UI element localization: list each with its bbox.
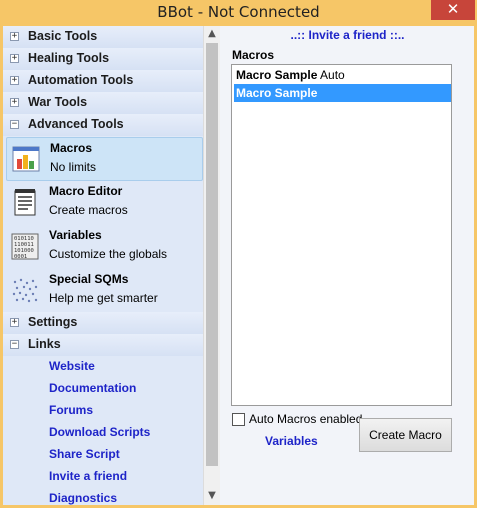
tools-tree: + Basic Tools + Healing Tools + Automati… <box>3 26 203 505</box>
macros-chart-icon <box>12 146 40 172</box>
macros-panel: ..:: Invite a friend ::.. Macros Macro S… <box>221 26 474 505</box>
category-label: Links <box>28 337 61 351</box>
tool-name: Macros <box>50 141 93 155</box>
tool-macro-editor[interactable]: Macro Editor Create macros <box>6 181 203 225</box>
create-macro-button[interactable]: Create Macro <box>359 418 452 452</box>
auto-macros-label[interactable]: Auto Macros enabled <box>249 412 362 426</box>
link-diagnostics[interactable]: Diagnostics <box>49 491 117 505</box>
close-icon: ✕ <box>446 0 460 18</box>
tool-description: No limits <box>50 160 97 174</box>
category-links[interactable]: − Links <box>3 334 203 356</box>
link-documentation[interactable]: Documentation <box>49 381 136 395</box>
category-war-tools[interactable]: + War Tools <box>3 92 203 114</box>
macros-label: Macros <box>232 48 275 62</box>
tool-name: Variables <box>49 228 102 242</box>
link-download-scripts[interactable]: Download Scripts <box>49 425 150 439</box>
tool-macros[interactable]: Macros No limits <box>6 137 203 181</box>
tools-panel: + Basic Tools + Healing Tools + Automati… <box>3 26 220 505</box>
tool-special-sqms[interactable]: Special SQMs Help me get smarter <box>6 269 203 313</box>
category-healing-tools[interactable]: + Healing Tools <box>3 48 203 70</box>
close-button[interactable]: ✕ <box>431 0 475 20</box>
macro-list-item[interactable]: Macro Sample Auto <box>234 66 451 84</box>
tool-description: Customize the globals <box>49 247 168 261</box>
auto-macros-checkbox[interactable] <box>232 413 245 426</box>
category-automation-tools[interactable]: + Automation Tools <box>3 70 203 92</box>
svg-text:0001: 0001 <box>14 254 27 260</box>
scroll-up-icon[interactable]: ▲ <box>204 26 220 42</box>
macro-name: Macro Sample <box>236 68 318 82</box>
expand-icon[interactable]: + <box>10 98 19 107</box>
expand-icon[interactable]: + <box>10 32 19 41</box>
invite-friend-link[interactable]: ..:: Invite a friend ::.. <box>221 28 474 42</box>
tool-name: Special SQMs <box>49 272 129 286</box>
expand-icon[interactable]: + <box>10 318 19 327</box>
link-website[interactable]: Website <box>49 359 95 373</box>
category-label: Basic Tools <box>28 29 98 43</box>
tool-description: Create macros <box>49 203 128 217</box>
category-advanced-tools[interactable]: − Advanced Tools <box>3 114 203 136</box>
collapse-icon[interactable]: − <box>10 340 19 349</box>
category-settings[interactable]: + Settings <box>3 312 203 334</box>
client-area: + Basic Tools + Healing Tools + Automati… <box>3 26 474 505</box>
macro-name: Macro Sample <box>236 86 318 100</box>
category-label: Advanced Tools <box>28 117 124 131</box>
macros-listbox[interactable]: Macro Sample Auto Macro Sample <box>231 64 452 406</box>
expand-icon[interactable]: + <box>10 54 19 63</box>
expand-icon[interactable]: + <box>10 76 19 85</box>
variables-link[interactable]: Variables <box>265 434 318 448</box>
macro-suffix: Auto <box>317 68 345 82</box>
category-label: Healing Tools <box>28 51 110 65</box>
title-bar[interactable]: BBot - Not Connected ✕ <box>0 0 477 26</box>
notepad-icon <box>14 189 36 216</box>
link-share-script[interactable]: Share Script <box>49 447 120 461</box>
category-label: Settings <box>28 315 78 329</box>
link-invite-a-friend[interactable]: Invite a friend <box>49 469 127 483</box>
tool-variables[interactable]: 010110 110011 101000 0001 Variables Cust… <box>6 225 203 269</box>
tool-description: Help me get smarter <box>49 291 158 305</box>
category-label: War Tools <box>28 95 88 109</box>
tools-scrollbar[interactable]: ▲ ▼ <box>203 26 220 505</box>
macro-list-item[interactable]: Macro Sample <box>234 84 451 102</box>
binary-icon: 010110 110011 101000 0001 <box>11 233 39 260</box>
category-label: Automation Tools <box>28 73 134 87</box>
dots-grid-icon <box>12 278 38 303</box>
collapse-icon[interactable]: − <box>10 120 19 129</box>
category-basic-tools[interactable]: + Basic Tools <box>3 26 203 48</box>
window-title: BBot - Not Connected <box>157 3 320 21</box>
tool-name: Macro Editor <box>49 184 123 198</box>
app-window: BBot - Not Connected ✕ + Basic Tools + H… <box>0 0 477 508</box>
link-forums[interactable]: Forums <box>49 403 93 417</box>
scroll-thumb[interactable] <box>206 43 218 466</box>
scroll-down-icon[interactable]: ▼ <box>204 488 220 504</box>
